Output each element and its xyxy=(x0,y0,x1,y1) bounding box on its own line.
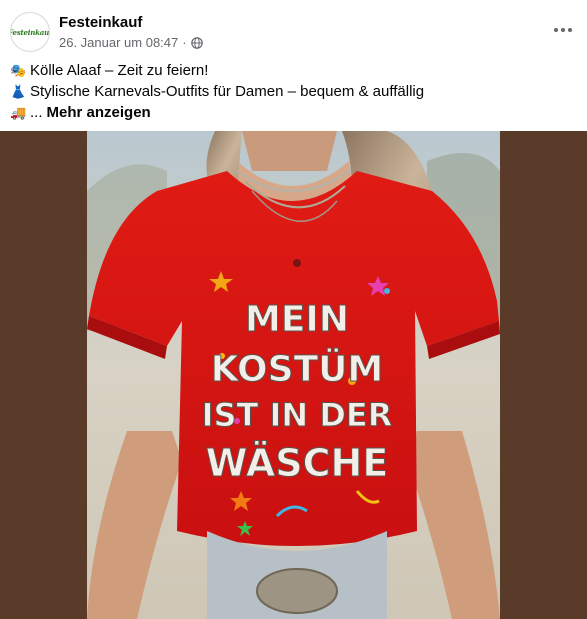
caption-line-3: 🚚 ... Mehr anzeigen xyxy=(10,102,570,123)
page-name[interactable]: Festeinkauf xyxy=(59,14,142,31)
post-options-button[interactable] xyxy=(553,20,573,40)
caption-line-2-text: Stylische Karnevals-Outfits für Damen – … xyxy=(30,83,425,100)
post-header: Festeinkauf Festeinkauf 26. Januar um 08… xyxy=(0,0,587,60)
meta-separator: · xyxy=(182,35,187,50)
see-more-link[interactable]: Mehr anzeigen xyxy=(47,102,151,123)
avatar-logo: Festeinkauf xyxy=(10,27,50,37)
caption-line-1: 🎭 Kölle Alaaf – Zeit zu feiern! xyxy=(10,60,570,81)
truck-emoji-icon: 🚚 xyxy=(10,104,27,120)
masks-emoji-icon: 🎭 xyxy=(10,62,27,78)
post-media[interactable]: MEIN KOSTÜM IST IN DER WÄSCHE xyxy=(0,131,587,619)
shirt-line-1: MEIN xyxy=(245,299,349,340)
post-timestamp[interactable]: 26. Januar um 08:47 xyxy=(59,35,178,50)
post-meta: 26. Januar um 08:47 · xyxy=(59,35,203,50)
product-photo[interactable]: MEIN KOSTÜM IST IN DER WÄSCHE xyxy=(87,131,500,619)
globe-icon[interactable] xyxy=(190,36,203,49)
caption-ellipsis: ... xyxy=(30,104,43,121)
shirt-line-2: KOSTÜM xyxy=(211,348,383,390)
caption-line-2: 👗 Stylische Karnevals-Outfits für Damen … xyxy=(10,81,570,102)
post-caption: 🎭 Kölle Alaaf – Zeit zu feiern! 👗 Stylis… xyxy=(10,60,570,123)
shirt-line-4: WÄSCHE xyxy=(206,441,389,485)
shirt-line-3: IST IN DER xyxy=(202,396,393,434)
dress-emoji-icon: 👗 xyxy=(10,83,27,99)
more-horizontal-icon xyxy=(554,28,572,32)
avatar[interactable]: Festeinkauf xyxy=(10,12,50,52)
caption-line-1-text: Kölle Alaaf – Zeit zu feiern! xyxy=(30,62,209,79)
